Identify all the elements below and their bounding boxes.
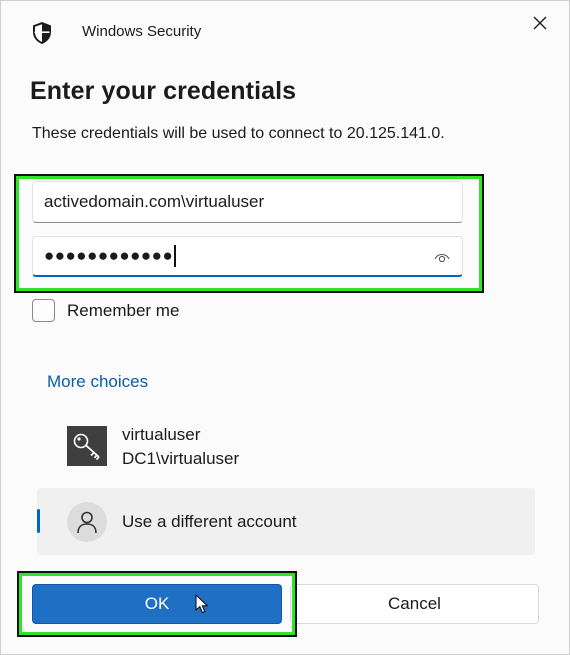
close-icon xyxy=(533,16,547,30)
dialog-heading: Enter your credentials xyxy=(30,77,297,105)
dialog-description: These credentials will be used to connec… xyxy=(32,125,445,142)
selection-indicator xyxy=(37,509,40,533)
account-option-different[interactable]: Use a different account xyxy=(37,488,535,555)
account-name: virtualuser xyxy=(122,425,201,444)
cancel-label: Cancel xyxy=(388,594,441,613)
key-icon xyxy=(67,426,107,466)
remember-me-checkbox[interactable] xyxy=(32,299,55,322)
account-subtitle: DC1\virtualuser xyxy=(122,449,240,468)
close-button[interactable] xyxy=(525,9,555,37)
more-choices-link[interactable]: More choices xyxy=(47,372,148,392)
highlight-credentials-fields xyxy=(14,174,484,293)
account-option-virtualuser[interactable]: virtualuser DC1\virtualuser xyxy=(37,419,535,475)
cancel-button[interactable]: Cancel xyxy=(290,584,539,624)
account-name: Use a different account xyxy=(122,512,297,531)
title-bar: Windows Security xyxy=(1,1,569,61)
remember-me-label[interactable]: Remember me xyxy=(67,301,179,321)
window-title: Windows Security xyxy=(82,23,202,40)
mouse-cursor-icon xyxy=(195,594,208,614)
credentials-dialog: Windows Security Enter your credentials … xyxy=(0,0,570,655)
shield-icon xyxy=(33,22,51,44)
user-icon xyxy=(67,502,107,542)
highlight-ok-button xyxy=(17,571,297,637)
